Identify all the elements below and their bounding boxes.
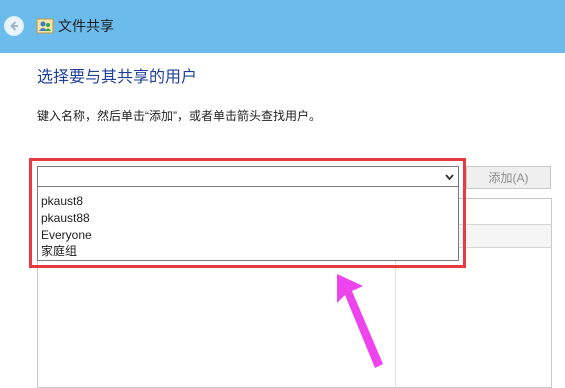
page-heading: 选择要与其共享的用户 [37, 69, 198, 86]
pointer-arrow-icon [337, 274, 383, 368]
list-header [459, 224, 551, 248]
instruction-text: 键入名称，然后单击“添加”，或者单击箭头查找用户。 [37, 109, 321, 123]
back-button[interactable] [4, 16, 24, 36]
window-title: 文件共享 [58, 18, 114, 34]
title-bar: 文件共享 [0, 0, 565, 53]
file-sharing-people-icon [36, 18, 54, 34]
add-button[interactable]: 添加(A) [466, 166, 551, 189]
highlight-box [29, 158, 466, 268]
back-arrow-icon [10, 21, 18, 31]
